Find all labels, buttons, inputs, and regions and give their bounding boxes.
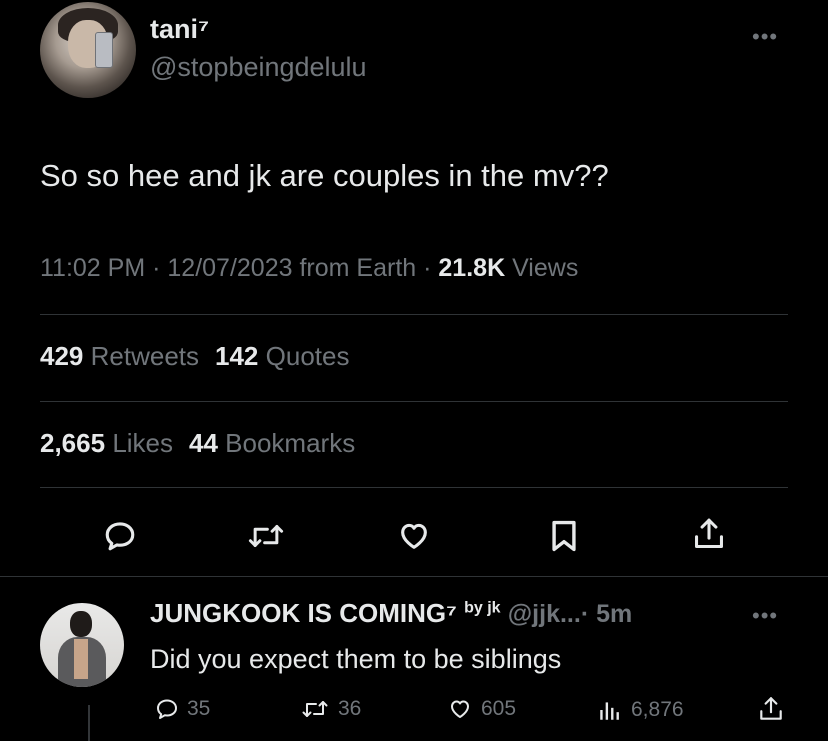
bookmarks-count: 44 xyxy=(189,428,218,458)
bookmarks-label: Bookmarks xyxy=(225,428,356,458)
reply-author-suffix: by jk xyxy=(464,599,501,617)
like-icon[interactable] xyxy=(395,517,433,555)
reply-time[interactable]: · 5m xyxy=(581,600,632,628)
views-count: 21.8K xyxy=(438,254,506,282)
divider xyxy=(40,314,788,315)
divider xyxy=(40,487,788,488)
quotes-stat[interactable]: 142 Quotes xyxy=(215,341,349,371)
likes-stat[interactable]: 2,665 Likes xyxy=(40,428,173,458)
share-icon[interactable] xyxy=(690,515,728,553)
thread-line xyxy=(88,705,90,741)
more-options-icon[interactable]: ••• xyxy=(752,24,778,50)
reply-more-options-icon[interactable]: ••• xyxy=(752,603,778,629)
retweets-label: Retweets xyxy=(90,341,200,371)
share-icon xyxy=(760,697,782,720)
reply-retweets-count: 36 xyxy=(338,697,362,720)
tweet-date[interactable]: 12/07/2023 xyxy=(167,254,292,282)
reply-reply-button[interactable]: 35 xyxy=(155,697,210,721)
bookmarks-stat[interactable]: 44 Bookmarks xyxy=(189,428,355,458)
reply-author-handle[interactable]: @jjk... xyxy=(508,600,581,628)
like-bookmark-stats: 2,665 Likes 44 Bookmarks xyxy=(40,428,355,459)
author-handle[interactable]: @stopbeingdelulu xyxy=(150,52,367,83)
likes-count: 2,665 xyxy=(40,428,106,458)
retweet-icon[interactable] xyxy=(247,517,285,555)
likes-label: Likes xyxy=(112,428,174,458)
meta-separator: · xyxy=(423,254,432,282)
bookmark-icon[interactable] xyxy=(545,517,583,555)
reply-views-count: 6,876 xyxy=(631,698,684,721)
like-icon xyxy=(451,700,469,718)
divider xyxy=(0,576,828,577)
reply-likes-count: 605 xyxy=(481,697,517,720)
views-label: Views xyxy=(512,254,579,282)
retweet-icon xyxy=(302,701,328,717)
retweet-quote-stats: 429 Retweets 142 Quotes xyxy=(40,341,349,372)
meta-separator: · xyxy=(152,254,161,282)
reply-author-avatar[interactable] xyxy=(40,603,124,687)
reply-views-button[interactable]: 6,876 xyxy=(597,697,684,723)
reply-author-name[interactable]: JUNGKOOK IS COMING⁷ xyxy=(150,598,457,628)
tweet-text: So so hee and jk are couples in the mv?? xyxy=(40,158,609,193)
tweet-source: from Earth xyxy=(299,254,417,282)
reply-icon xyxy=(157,699,177,719)
reply-author-line: JUNGKOOK IS COMING⁷ by jk @jjk...· 5m xyxy=(150,598,632,629)
quotes-label: Quotes xyxy=(265,341,350,371)
author-avatar[interactable] xyxy=(40,2,136,98)
reply-retweet-button[interactable]: 36 xyxy=(300,697,361,721)
retweets-stat[interactable]: 429 Retweets xyxy=(40,341,199,371)
reply-replies-count: 35 xyxy=(187,697,211,720)
tweet-meta: 11:02 PM · 12/07/2023 from Earth · 21.8K… xyxy=(40,254,578,283)
quotes-count: 142 xyxy=(215,341,259,371)
retweets-count: 429 xyxy=(40,341,84,371)
tweet-time[interactable]: 11:02 PM xyxy=(40,254,145,282)
divider xyxy=(40,401,788,402)
reply-icon[interactable] xyxy=(101,517,139,555)
reply-share-button[interactable] xyxy=(758,695,784,723)
author-name[interactable]: tani⁷ xyxy=(150,14,209,45)
reply-like-button[interactable]: 605 xyxy=(447,697,516,721)
views-icon xyxy=(600,702,619,720)
reply-text: Did you expect them to be siblings xyxy=(150,644,562,674)
